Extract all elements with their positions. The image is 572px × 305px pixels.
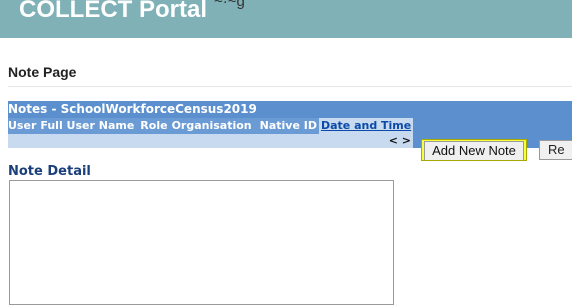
second-action-button[interactable]: Re [539, 140, 572, 160]
column-header-role: Role [140, 119, 168, 132]
banner-cropped-text: ~·~g [214, 0, 245, 10]
heading-divider [8, 86, 572, 87]
portal-banner: COLLECT Portal ~·~g [0, 0, 572, 38]
column-header-full-user-name: Full User Name [40, 119, 135, 132]
add-new-note-button[interactable]: Add New Note [424, 141, 524, 160]
notes-grid-header-row: User Full User Name Role Organisation Na… [8, 118, 414, 134]
notes-grid-pager-row: < > [8, 134, 413, 148]
notes-grid-title: Notes - SchoolWorkforceCensus2019 [8, 102, 257, 116]
add-new-note-button-highlight[interactable]: Add New Note [421, 139, 527, 161]
portal-title: COLLECT Portal [19, 0, 208, 23]
column-header-organisation: Organisation [171, 119, 252, 132]
page-title: Note Page [8, 64, 77, 80]
column-header-user: User [8, 119, 37, 132]
note-detail-textarea[interactable] [9, 180, 394, 305]
column-header-date-and-time-sort-link[interactable]: Date and Time [318, 118, 414, 134]
note-detail-heading: Note Detail [8, 164, 91, 179]
column-header-native-id: Native ID [259, 119, 317, 132]
pager-prev-next-links[interactable]: < > [389, 134, 411, 148]
